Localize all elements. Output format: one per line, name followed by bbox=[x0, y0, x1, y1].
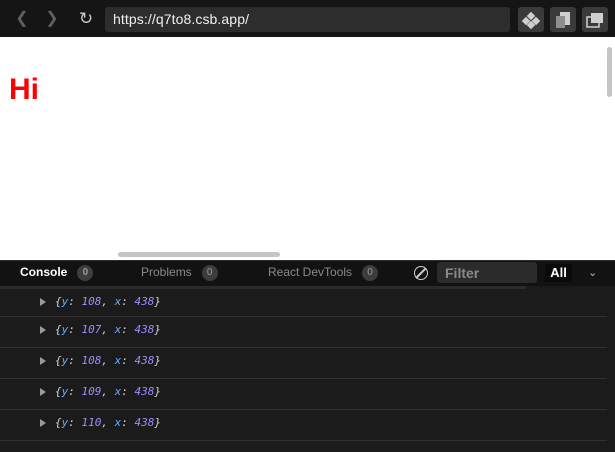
log-row[interactable]: {y: 107, x: 438} bbox=[0, 317, 607, 348]
window-icon bbox=[586, 13, 603, 28]
horizontal-scrollbar[interactable] bbox=[118, 252, 280, 257]
expand-caret-icon[interactable] bbox=[40, 326, 46, 334]
address-bar[interactable]: https://q7to8.csb.app/ bbox=[105, 7, 510, 32]
expand-caret-icon[interactable] bbox=[40, 419, 46, 427]
tab-react-devtools[interactable]: React DevTools 0 bbox=[268, 265, 379, 281]
filter-input[interactable] bbox=[437, 262, 537, 283]
tab-problems[interactable]: Problems 0 bbox=[141, 265, 218, 281]
browser-toolbar: ❮ ❯ ↻ https://q7to8.csb.app/ bbox=[0, 0, 615, 37]
devtools-toggle-button[interactable] bbox=[518, 7, 544, 32]
console-count-badge: 0 bbox=[77, 265, 94, 281]
log-object: {y: 107, x: 438} bbox=[55, 323, 161, 336]
expand-caret-icon[interactable] bbox=[40, 388, 46, 396]
chevron-down-icon[interactable]: ⌄ bbox=[588, 266, 597, 279]
devtools-tabs: Console 0 Problems 0 React DevTools 0 All ⌄ bbox=[0, 260, 615, 286]
log-object: {y: 109, x: 438} bbox=[55, 385, 161, 398]
log-object: {y: 108, x: 438} bbox=[55, 354, 161, 367]
console-log: {y: 108, x: 438} {y: 107, x: 438} {y: 10… bbox=[0, 289, 607, 441]
log-row[interactable]: {y: 110, x: 438} bbox=[0, 410, 607, 441]
vertical-scrollbar[interactable] bbox=[607, 47, 612, 97]
copy-icon bbox=[556, 12, 570, 28]
forward-arrow-icon[interactable]: ❯ bbox=[42, 9, 62, 29]
log-row[interactable]: {y: 109, x: 438} bbox=[0, 379, 607, 410]
log-level-selector[interactable]: All bbox=[545, 264, 572, 282]
log-object: {y: 108, x: 438} bbox=[55, 295, 161, 308]
new-window-button[interactable] bbox=[582, 7, 608, 32]
diamond-grid-icon bbox=[521, 11, 541, 30]
copy-button[interactable] bbox=[550, 7, 576, 32]
tab-react-devtools-label: React DevTools bbox=[268, 265, 353, 280]
clear-console-icon[interactable] bbox=[414, 266, 428, 280]
reload-icon[interactable]: ↻ bbox=[76, 9, 96, 29]
tab-console[interactable]: Console 0 bbox=[20, 265, 94, 281]
log-object: {y: 110, x: 438} bbox=[55, 416, 161, 429]
problems-count-badge: 0 bbox=[201, 265, 218, 281]
page-viewport: Hi bbox=[0, 37, 615, 260]
page-heading: Hi bbox=[9, 73, 39, 106]
expand-caret-icon[interactable] bbox=[40, 357, 46, 365]
address-url: https://q7to8.csb.app/ bbox=[113, 11, 250, 27]
tab-console-label: Console bbox=[20, 265, 68, 280]
tab-problems-label: Problems bbox=[141, 265, 192, 280]
devtools-panel: Console 0 Problems 0 React DevTools 0 All ⌄… bbox=[0, 260, 615, 452]
react-devtools-count-badge: 0 bbox=[362, 265, 379, 281]
back-arrow-icon[interactable]: ❮ bbox=[12, 9, 32, 29]
expand-caret-icon[interactable] bbox=[40, 298, 46, 306]
log-row[interactable]: {y: 108, x: 438} bbox=[0, 348, 607, 379]
log-row[interactable]: {y: 108, x: 438} bbox=[0, 289, 607, 317]
